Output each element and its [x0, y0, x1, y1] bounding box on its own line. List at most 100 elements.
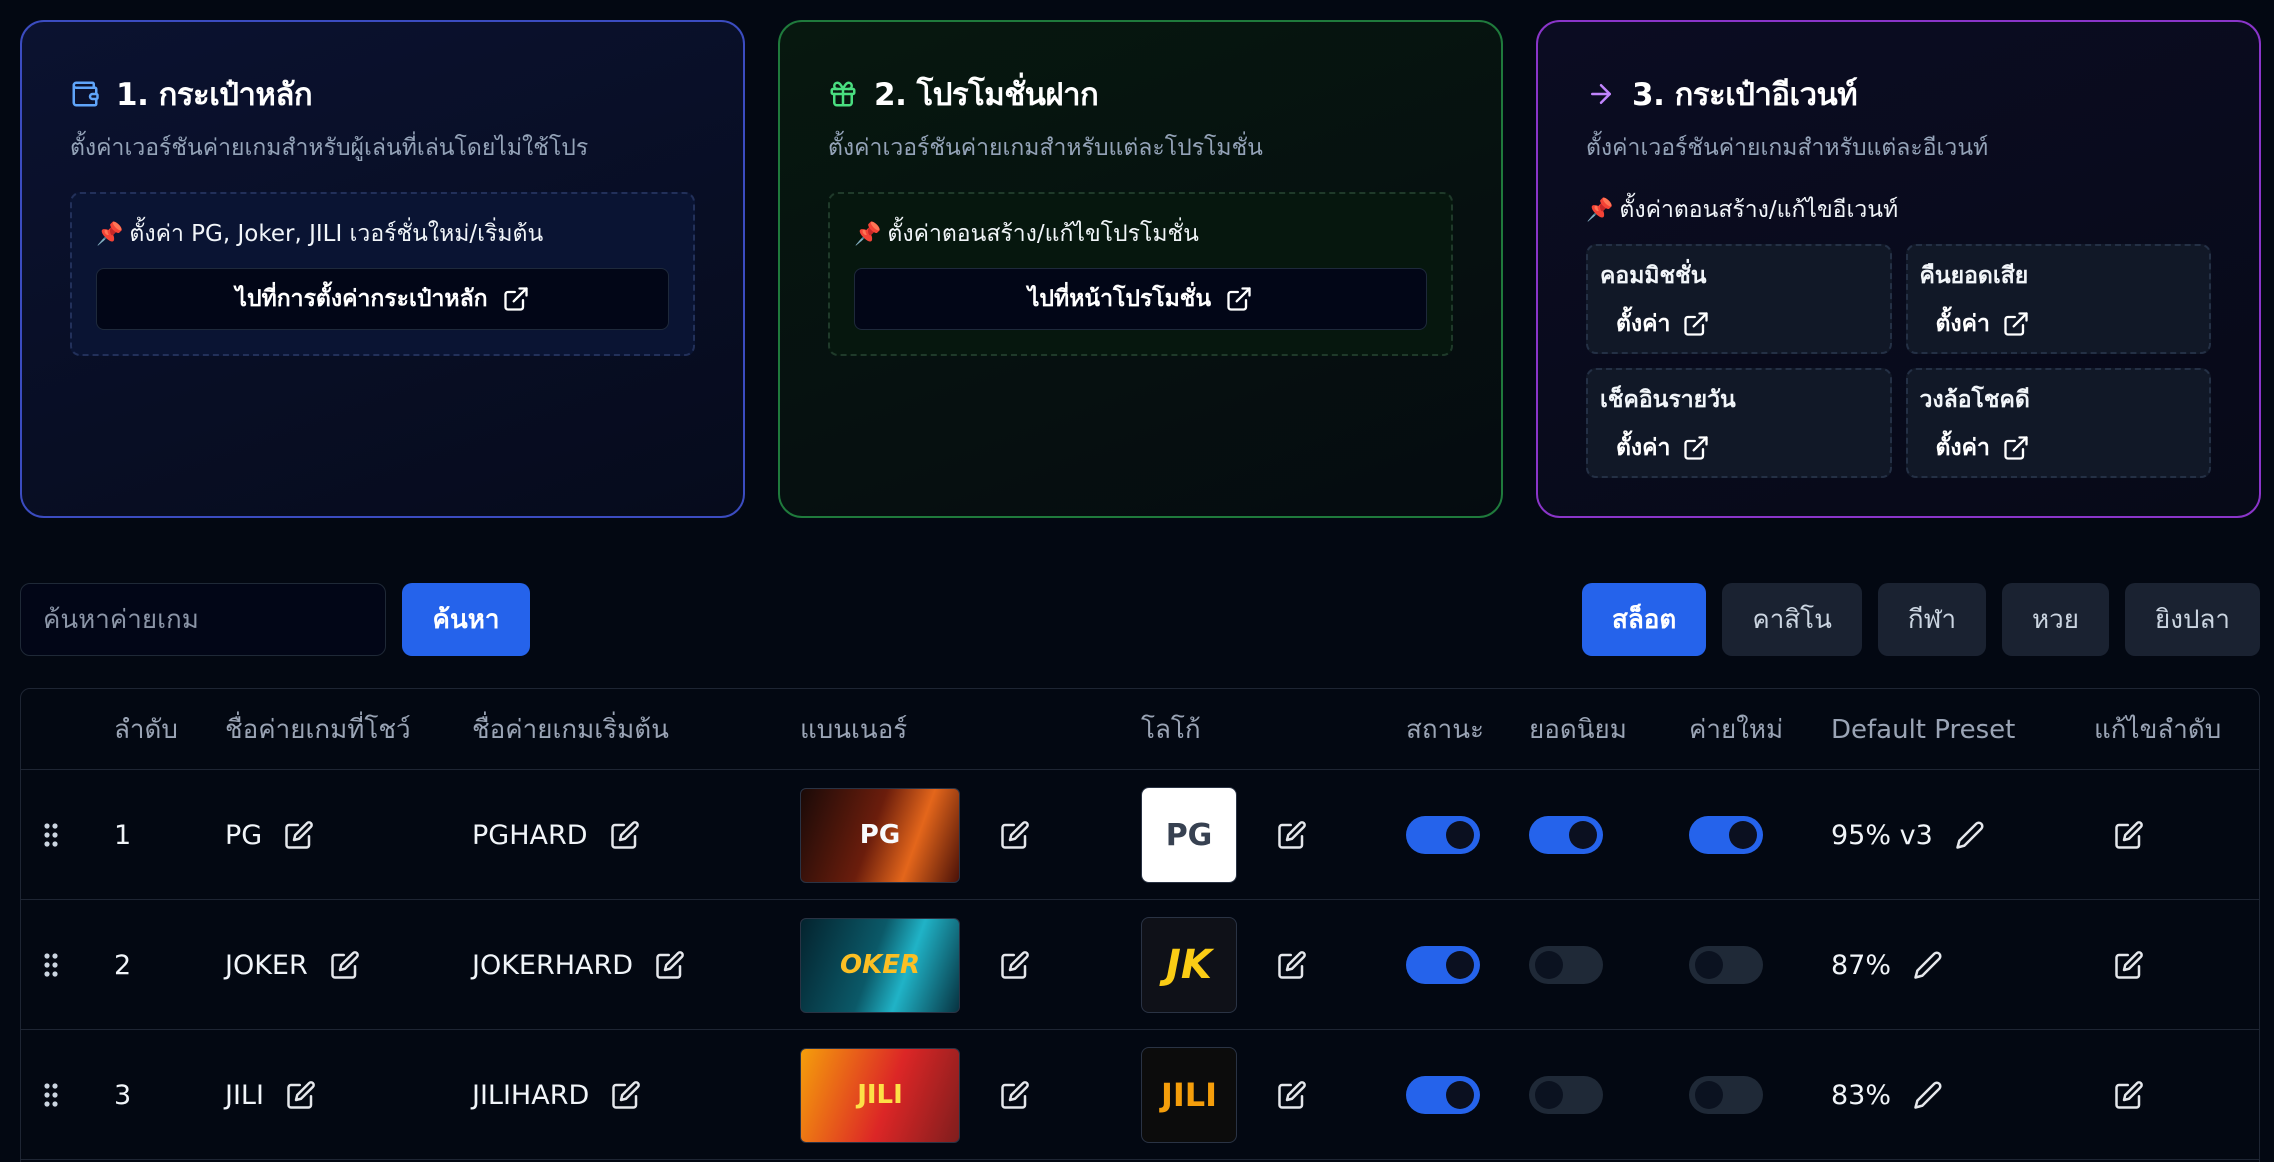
event-settings-link[interactable]: ตั้งค่า [1936, 306, 2198, 342]
logo-image: JILI [1141, 1047, 1237, 1143]
header-display-name: ชื่อค่ายเกมที่โชว์ [225, 715, 411, 745]
edit-icon[interactable] [2114, 1080, 2144, 1110]
status-toggle[interactable] [1406, 946, 1480, 984]
card-panel: 📌 ตั้งค่าตอนสร้าง/แก้ไขโปรโมชั่น ไปที่หน… [828, 192, 1453, 356]
popular-toggle[interactable] [1529, 946, 1603, 984]
new-toggle[interactable] [1689, 1076, 1763, 1114]
header-banner: แบนเนอร์ [800, 715, 908, 745]
banner-cell: JILI [800, 1030, 1030, 1160]
tab-fishing[interactable]: ยิงปลา [2125, 583, 2260, 656]
tab-casino[interactable]: คาสิโน [1722, 583, 1862, 656]
edit-icon[interactable] [284, 820, 314, 850]
external-link-icon [2002, 310, 2030, 338]
card-title: 3. กระเป๋าอีเวนท์ [1632, 77, 1858, 113]
card-title: 2. โปรโมชั่นฝาก [874, 77, 1099, 113]
edit-icon[interactable] [655, 950, 685, 980]
pushpin-icon: 📌 [96, 221, 124, 247]
display-name: JILI [225, 1079, 264, 1111]
edit-icon[interactable] [610, 820, 640, 850]
table-header: ลำดับ ชื่อค่ายเกมที่โชว์ ชื่อค่ายเกมเริ่… [21, 689, 2259, 770]
card-subtitle: ตั้งค่าเวอร์ชันค่ายเกมสำหรับแต่ละโปรโมชั… [828, 135, 1263, 161]
preset-cell: 83% [1831, 1030, 1943, 1160]
new-cell [1689, 900, 1763, 1030]
edit-icon[interactable] [2114, 950, 2144, 980]
event-wallet-card: 3. กระเป๋าอีเวนท์ ตั้งค่าเวอร์ชันค่ายเกม… [1536, 20, 2261, 518]
provider-table: ลำดับ ชื่อค่ายเกมที่โชว์ ชื่อค่ายเกมเริ่… [20, 688, 2260, 1162]
event-settings-link[interactable]: ตั้งค่า [1616, 306, 1878, 342]
popular-toggle[interactable] [1529, 1076, 1603, 1114]
pushpin-icon: 📌 [854, 221, 882, 247]
status-cell [1406, 770, 1480, 900]
drag-handle-icon[interactable] [43, 770, 59, 900]
original-name: JILIHARD [472, 1079, 590, 1111]
status-toggle[interactable] [1406, 816, 1480, 854]
event-name: วงล้อโชคดี [1919, 387, 2030, 413]
note-line: 📌 ตั้งค่า PG, Joker, JILI เวอร์ชั่นใหม่/… [96, 216, 669, 252]
banner-cell: PG [800, 770, 1030, 900]
event-box-cashback: คืนยอดเสีย ตั้งค่า [1905, 244, 2211, 354]
edit-icon[interactable] [286, 1080, 316, 1110]
banner-image: OKER [800, 917, 960, 1013]
event-settings-link[interactable]: ตั้งค่า [1616, 430, 1878, 466]
edit-icon[interactable] [1000, 820, 1030, 850]
go-promotions-button[interactable]: ไปที่หน้าโปรโมชั่น [854, 268, 1427, 330]
status-cell [1406, 900, 1480, 1030]
external-link-icon [1225, 285, 1253, 313]
drag-handle-icon[interactable] [43, 1030, 59, 1160]
pencil-icon[interactable] [1913, 1080, 1943, 1110]
logo-cell: JILI [1141, 1030, 1307, 1160]
search-input[interactable] [20, 583, 386, 656]
header-default-preset: Default Preset [1831, 714, 2016, 745]
header-status: สถานะ [1406, 715, 1484, 745]
button-label: ไปที่หน้าโปรโมชั่น [1027, 286, 1212, 312]
edit-icon[interactable] [1000, 950, 1030, 980]
event-settings-label: ตั้งค่า [1616, 435, 1671, 461]
card-panel: 📌 ตั้งค่า PG, Joker, JILI เวอร์ชั่นใหม่/… [70, 192, 695, 356]
go-main-wallet-settings-button[interactable]: ไปที่การตั้งค่ากระเป๋าหลัก [96, 268, 669, 330]
edit-icon[interactable] [1277, 950, 1307, 980]
popular-toggle[interactable] [1529, 816, 1603, 854]
event-settings-label: ตั้งค่า [1935, 435, 1990, 461]
tab-slot[interactable]: สล็อต [1582, 583, 1707, 656]
edit-icon[interactable] [2114, 820, 2144, 850]
original-name-cell: PGHARD [472, 770, 640, 900]
order-value: 1 [114, 819, 132, 851]
pencil-icon[interactable] [1955, 820, 1985, 850]
pencil-icon[interactable] [1913, 950, 1943, 980]
logo-cell: JK [1141, 900, 1307, 1030]
event-name: คืนยอดเสีย [1919, 263, 2029, 289]
edit-icon[interactable] [1277, 1080, 1307, 1110]
banner-image: PG [800, 787, 960, 883]
banner-image: JILI [800, 1047, 960, 1143]
search-button[interactable]: ค้นหา [402, 583, 530, 656]
tab-sport[interactable]: กีฬา [1877, 583, 1987, 656]
popular-cell [1529, 1030, 1603, 1160]
event-name: คอมมิชชั่น [1600, 263, 1707, 289]
card-subtitle: ตั้งค่าเวอร์ชันค่ายเกมสำหรับแต่ละอีเวนท์ [1586, 135, 1989, 161]
status-toggle[interactable] [1406, 1076, 1480, 1114]
external-link-icon [502, 285, 530, 313]
edit-icon[interactable] [1000, 1080, 1030, 1110]
table-row: 2 JOKER JOKERHARD OKER JK 87% [21, 900, 2259, 1030]
external-link-icon [2002, 434, 2030, 462]
note-text: ตั้งค่า PG, Joker, JILI เวอร์ชั่นใหม่/เร… [129, 221, 544, 247]
display-name-cell: JOKER [225, 900, 360, 1030]
edit-icon[interactable] [1277, 820, 1307, 850]
note-text: ตั้งค่าตอนสร้าง/แก้ไขอีเวนท์ [1619, 197, 1899, 223]
edit-icon[interactable] [611, 1080, 641, 1110]
new-toggle[interactable] [1689, 816, 1763, 854]
tab-lottery[interactable]: หวย [2002, 583, 2110, 656]
edit-icon[interactable] [330, 950, 360, 980]
header-popular: ยอดนิยม [1529, 715, 1627, 745]
card-title: 1. กระเป๋าหลัก [116, 77, 313, 113]
event-settings-label: ตั้งค่า [1616, 311, 1671, 337]
button-label: ไปที่การตั้งค่ากระเป๋าหลัก [235, 286, 488, 312]
event-box-lucky-wheel: วงล้อโชคดี ตั้งค่า [1905, 368, 2211, 478]
logo-image: JK [1141, 917, 1237, 1013]
preset-cell: 95% v3 [1831, 770, 1985, 900]
logo-cell: PG [1141, 770, 1307, 900]
drag-handle-icon[interactable] [43, 900, 59, 1030]
event-settings-link[interactable]: ตั้งค่า [1936, 430, 2198, 466]
new-toggle[interactable] [1689, 946, 1763, 984]
preset-value: 87% [1831, 949, 1892, 981]
